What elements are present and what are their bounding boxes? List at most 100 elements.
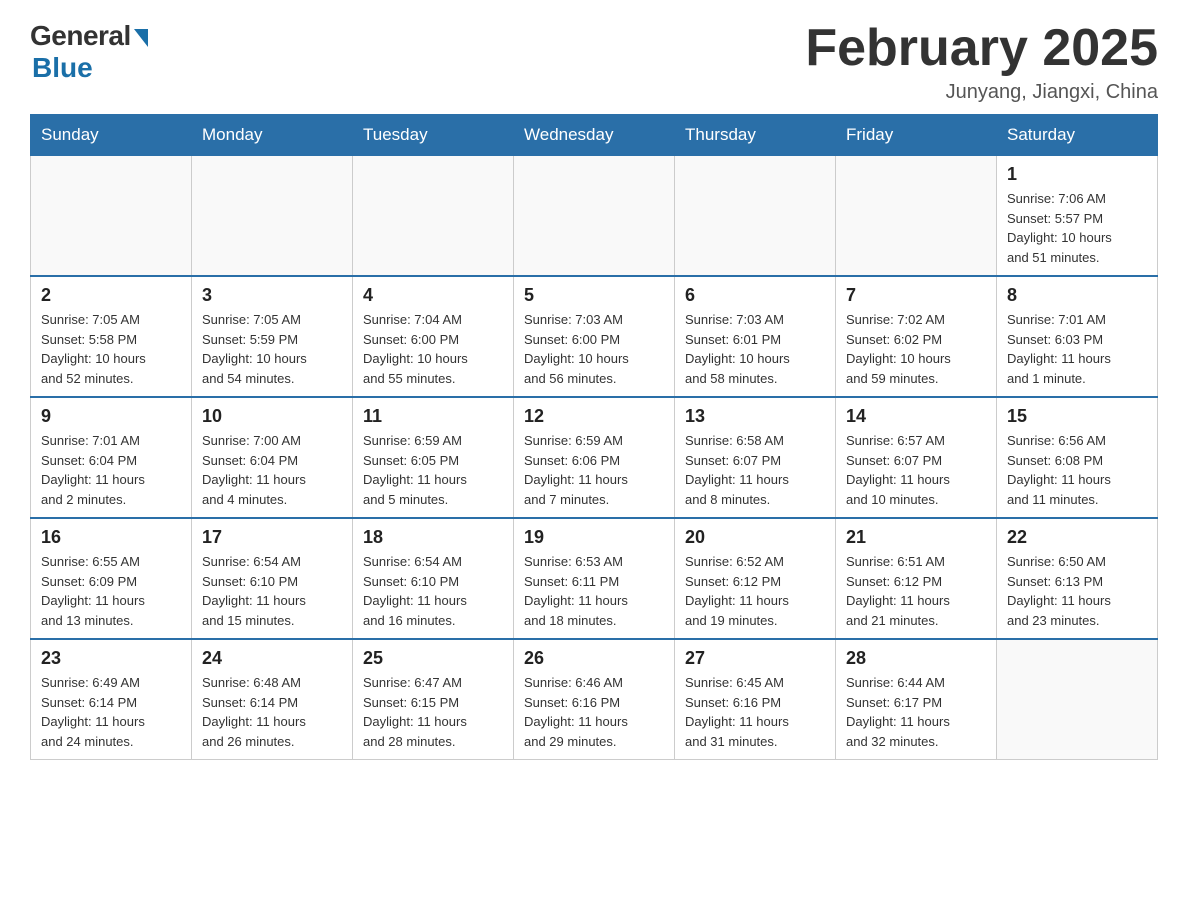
- day-number: 5: [524, 285, 664, 306]
- calendar-cell: [192, 156, 353, 277]
- logo-general-text: General: [30, 20, 131, 52]
- calendar-header-tuesday: Tuesday: [353, 115, 514, 156]
- page-header: General Blue February 2025 Junyang, Jian…: [30, 20, 1158, 104]
- day-info: Sunrise: 6:48 AM Sunset: 6:14 PM Dayligh…: [202, 673, 342, 751]
- day-info: Sunrise: 6:58 AM Sunset: 6:07 PM Dayligh…: [685, 431, 825, 509]
- day-info: Sunrise: 6:52 AM Sunset: 6:12 PM Dayligh…: [685, 552, 825, 630]
- day-number: 16: [41, 527, 181, 548]
- day-info: Sunrise: 7:05 AM Sunset: 5:59 PM Dayligh…: [202, 310, 342, 388]
- day-number: 4: [363, 285, 503, 306]
- day-info: Sunrise: 6:50 AM Sunset: 6:13 PM Dayligh…: [1007, 552, 1147, 630]
- title-section: February 2025 Junyang, Jiangxi, China: [805, 20, 1158, 104]
- calendar-cell: 28 Sunrise: 6:44 AM Sunset: 6:17 PM Dayli…: [836, 639, 997, 760]
- calendar-cell: 19 Sunrise: 6:53 AM Sunset: 6:11 PM Dayli…: [514, 518, 675, 639]
- day-info: Sunrise: 6:54 AM Sunset: 6:10 PM Dayligh…: [202, 552, 342, 630]
- day-info: Sunrise: 7:03 AM Sunset: 6:00 PM Dayligh…: [524, 310, 664, 388]
- day-info: Sunrise: 6:47 AM Sunset: 6:15 PM Dayligh…: [363, 673, 503, 751]
- day-number: 3: [202, 285, 342, 306]
- calendar-cell: 5 Sunrise: 7:03 AM Sunset: 6:00 PM Daylig…: [514, 276, 675, 397]
- calendar-cell: 26 Sunrise: 6:46 AM Sunset: 6:16 PM Dayli…: [514, 639, 675, 760]
- calendar-week-row: 1 Sunrise: 7:06 AM Sunset: 5:57 PM Daylig…: [31, 156, 1158, 277]
- day-number: 25: [363, 648, 503, 669]
- calendar-week-row: 2Sunrise: 7:05 AM Sunset: 5:58 PM Daylig…: [31, 276, 1158, 397]
- calendar-cell: 14 Sunrise: 6:57 AM Sunset: 6:07 PM Dayli…: [836, 397, 997, 518]
- day-info: Sunrise: 6:53 AM Sunset: 6:11 PM Dayligh…: [524, 552, 664, 630]
- day-number: 28: [846, 648, 986, 669]
- month-title: February 2025: [805, 20, 1158, 77]
- day-number: 21: [846, 527, 986, 548]
- calendar-cell: 1 Sunrise: 7:06 AM Sunset: 5:57 PM Daylig…: [997, 156, 1158, 277]
- day-info: Sunrise: 6:51 AM Sunset: 6:12 PM Dayligh…: [846, 552, 986, 630]
- calendar-cell: 16 Sunrise: 6:55 AM Sunset: 6:09 PM Dayli…: [31, 518, 192, 639]
- calendar-cell: [997, 639, 1158, 760]
- calendar-table: SundayMondayTuesdayWednesdayThursdayFrid…: [30, 114, 1158, 760]
- day-number: 13: [685, 406, 825, 427]
- calendar-cell: [836, 156, 997, 277]
- calendar-header-sunday: Sunday: [31, 115, 192, 156]
- day-info: Sunrise: 7:05 AM Sunset: 5:58 PM Dayligh…: [41, 310, 181, 388]
- day-number: 22: [1007, 527, 1147, 548]
- calendar-cell: 11Sunrise: 6:59 AM Sunset: 6:05 PM Dayli…: [353, 397, 514, 518]
- day-number: 23: [41, 648, 181, 669]
- day-info: Sunrise: 6:49 AM Sunset: 6:14 PM Dayligh…: [41, 673, 181, 751]
- day-info: Sunrise: 6:44 AM Sunset: 6:17 PM Dayligh…: [846, 673, 986, 751]
- calendar-week-row: 23 Sunrise: 6:49 AM Sunset: 6:14 PM Dayli…: [31, 639, 1158, 760]
- day-info: Sunrise: 7:01 AM Sunset: 6:04 PM Dayligh…: [41, 431, 181, 509]
- day-info: Sunrise: 6:57 AM Sunset: 6:07 PM Dayligh…: [846, 431, 986, 509]
- calendar-header-wednesday: Wednesday: [514, 115, 675, 156]
- day-info: Sunrise: 6:59 AM Sunset: 6:06 PM Dayligh…: [524, 431, 664, 509]
- calendar-cell: 13 Sunrise: 6:58 AM Sunset: 6:07 PM Dayli…: [675, 397, 836, 518]
- day-info: Sunrise: 7:04 AM Sunset: 6:00 PM Dayligh…: [363, 310, 503, 388]
- day-number: 14: [846, 406, 986, 427]
- calendar-header-friday: Friday: [836, 115, 997, 156]
- day-info: Sunrise: 6:56 AM Sunset: 6:08 PM Dayligh…: [1007, 431, 1147, 509]
- calendar-cell: 7Sunrise: 7:02 AM Sunset: 6:02 PM Daylig…: [836, 276, 997, 397]
- day-info: Sunrise: 6:45 AM Sunset: 6:16 PM Dayligh…: [685, 673, 825, 751]
- location: Junyang, Jiangxi, China: [805, 81, 1158, 104]
- day-number: 18: [363, 527, 503, 548]
- day-number: 10: [202, 406, 342, 427]
- day-number: 20: [685, 527, 825, 548]
- day-info: Sunrise: 7:01 AM Sunset: 6:03 PM Dayligh…: [1007, 310, 1147, 388]
- calendar-cell: 6Sunrise: 7:03 AM Sunset: 6:01 PM Daylig…: [675, 276, 836, 397]
- calendar-cell: 23 Sunrise: 6:49 AM Sunset: 6:14 PM Dayli…: [31, 639, 192, 760]
- calendar-cell: 10Sunrise: 7:00 AM Sunset: 6:04 PM Dayli…: [192, 397, 353, 518]
- calendar-week-row: 16 Sunrise: 6:55 AM Sunset: 6:09 PM Dayli…: [31, 518, 1158, 639]
- day-number: 11: [363, 406, 503, 427]
- calendar-cell: 17 Sunrise: 6:54 AM Sunset: 6:10 PM Dayli…: [192, 518, 353, 639]
- day-info: Sunrise: 6:55 AM Sunset: 6:09 PM Dayligh…: [41, 552, 181, 630]
- calendar-week-row: 9 Sunrise: 7:01 AM Sunset: 6:04 PM Daylig…: [31, 397, 1158, 518]
- calendar-cell: 12 Sunrise: 6:59 AM Sunset: 6:06 PM Dayli…: [514, 397, 675, 518]
- day-info: Sunrise: 7:06 AM Sunset: 5:57 PM Dayligh…: [1007, 189, 1147, 267]
- logo: General Blue: [30, 20, 148, 84]
- calendar-cell: [675, 156, 836, 277]
- calendar-cell: 18 Sunrise: 6:54 AM Sunset: 6:10 PM Dayli…: [353, 518, 514, 639]
- day-number: 1: [1007, 164, 1147, 185]
- calendar-header-saturday: Saturday: [997, 115, 1158, 156]
- day-info: Sunrise: 6:54 AM Sunset: 6:10 PM Dayligh…: [363, 552, 503, 630]
- calendar-cell: 25 Sunrise: 6:47 AM Sunset: 6:15 PM Dayli…: [353, 639, 514, 760]
- calendar-cell: 21 Sunrise: 6:51 AM Sunset: 6:12 PM Dayli…: [836, 518, 997, 639]
- calendar-cell: 24 Sunrise: 6:48 AM Sunset: 6:14 PM Dayli…: [192, 639, 353, 760]
- calendar-cell: 3 Sunrise: 7:05 AM Sunset: 5:59 PM Daylig…: [192, 276, 353, 397]
- calendar-cell: 4 Sunrise: 7:04 AM Sunset: 6:00 PM Daylig…: [353, 276, 514, 397]
- logo-arrow-icon: [134, 29, 148, 47]
- day-number: 24: [202, 648, 342, 669]
- calendar-cell: [514, 156, 675, 277]
- day-info: Sunrise: 6:46 AM Sunset: 6:16 PM Dayligh…: [524, 673, 664, 751]
- calendar-cell: 27Sunrise: 6:45 AM Sunset: 6:16 PM Dayli…: [675, 639, 836, 760]
- calendar-header-row: SundayMondayTuesdayWednesdayThursdayFrid…: [31, 115, 1158, 156]
- day-number: 12: [524, 406, 664, 427]
- calendar-cell: [31, 156, 192, 277]
- day-number: 17: [202, 527, 342, 548]
- calendar-cell: 22 Sunrise: 6:50 AM Sunset: 6:13 PM Dayli…: [997, 518, 1158, 639]
- calendar-cell: 2Sunrise: 7:05 AM Sunset: 5:58 PM Daylig…: [31, 276, 192, 397]
- day-number: 8: [1007, 285, 1147, 306]
- day-number: 6: [685, 285, 825, 306]
- day-number: 26: [524, 648, 664, 669]
- day-number: 9: [41, 406, 181, 427]
- calendar-cell: 8 Sunrise: 7:01 AM Sunset: 6:03 PM Daylig…: [997, 276, 1158, 397]
- day-info: Sunrise: 7:02 AM Sunset: 6:02 PM Dayligh…: [846, 310, 986, 388]
- calendar-cell: 15Sunrise: 6:56 AM Sunset: 6:08 PM Dayli…: [997, 397, 1158, 518]
- day-number: 19: [524, 527, 664, 548]
